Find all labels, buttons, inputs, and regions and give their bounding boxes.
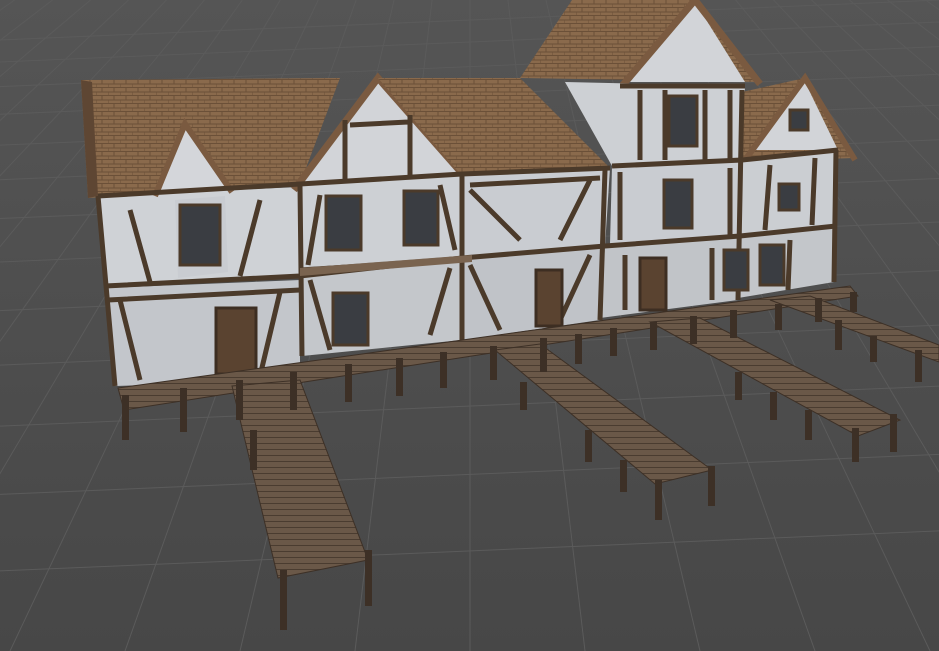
window-mid-ground	[331, 291, 370, 347]
dock-post	[540, 338, 547, 372]
dock-post	[180, 388, 187, 432]
dock-post	[815, 298, 822, 322]
dock-post	[850, 292, 857, 312]
dock-post	[520, 382, 527, 410]
dock-post	[280, 570, 287, 630]
window-mid-upper-left	[324, 194, 363, 252]
dock-post	[290, 372, 297, 410]
window-tower-middle	[662, 178, 694, 230]
door-left	[214, 306, 258, 376]
door-tower	[638, 256, 668, 312]
dock-post	[575, 334, 582, 364]
dock-post	[610, 328, 617, 356]
dock-post	[122, 395, 129, 440]
dock-post	[708, 466, 715, 506]
dock-post	[805, 410, 812, 440]
dock-post	[690, 316, 697, 344]
window-left-dormer	[178, 203, 222, 267]
dock-post	[620, 460, 627, 492]
dock-post	[236, 380, 243, 420]
window-mid-upper-right	[402, 189, 440, 247]
dock-post	[870, 336, 877, 362]
window-right-upper	[777, 182, 801, 212]
dock-post	[915, 350, 922, 382]
dock-post	[490, 346, 497, 380]
dock-post	[835, 320, 842, 350]
dock-post	[365, 550, 372, 606]
dock-post	[396, 358, 403, 396]
dock-post	[852, 428, 859, 462]
dock-post	[650, 322, 657, 350]
dock-post	[585, 430, 592, 462]
dock-post	[730, 310, 737, 338]
dock-post	[775, 304, 782, 330]
dock-post	[250, 430, 257, 470]
dock-post	[890, 414, 897, 452]
dock-post	[655, 480, 662, 520]
scene-canvas	[0, 0, 939, 651]
window-right-ground-left	[722, 248, 750, 292]
scene-viewport[interactable]	[0, 0, 939, 651]
window-right-ground-right	[758, 243, 786, 287]
dock-post	[770, 392, 777, 420]
dock-post	[735, 372, 742, 400]
door-middle	[534, 268, 564, 328]
window-tower-top	[667, 94, 699, 148]
window-right-gable	[788, 108, 810, 132]
dock-post	[345, 364, 352, 402]
dock-post	[440, 352, 447, 388]
